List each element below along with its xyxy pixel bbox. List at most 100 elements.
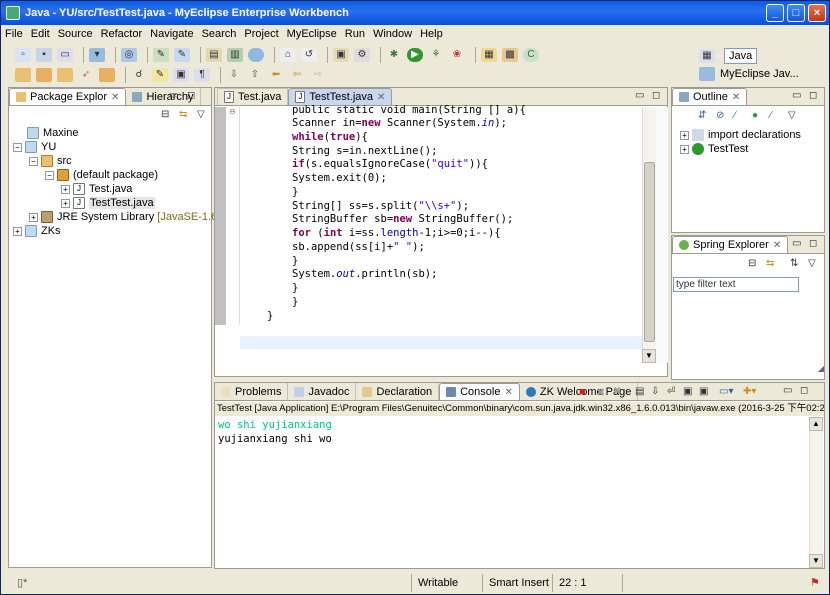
open-console-icon[interactable]: ✚▾ [743,386,756,397]
spring-filter-input[interactable]: type filter text [673,277,799,292]
menu-file[interactable]: File [5,28,23,40]
collapse-toggle[interactable]: − [29,156,38,166]
new-web-icon[interactable]: ✎ [174,48,190,62]
sort-icon[interactable]: ⇵ [698,110,706,121]
coverage-icon[interactable]: ❀ [449,48,465,62]
show-stdout-icon[interactable]: ▣ [699,386,708,397]
code-line[interactable]: } [292,296,298,310]
launch-icon[interactable]: ➶ [78,68,94,82]
console-vertical-scrollbar[interactable]: ▲ ▼ [809,417,823,568]
new-class-icon[interactable]: ▦ [481,48,497,62]
menu-edit[interactable]: Edit [31,28,50,40]
menu-navigate[interactable]: Navigate [150,28,193,40]
fold-icon[interactable]: ⊖ [229,107,236,116]
code-line[interactable]: } [292,186,298,200]
remove-launch-icon[interactable]: ✖ [596,386,605,399]
remove-all-icon[interactable]: ✖ [613,386,621,397]
prev-annotation-icon[interactable]: ⇧ [247,68,263,82]
maximize-view-icon[interactable]: ◻ [187,90,195,101]
code-line[interactable]: for (int i=ss.length-1;i>=0;i--){ [292,227,501,241]
tree-item-jre-library[interactable]: + JRE System Library [JavaSE-1.6] [29,210,220,224]
open-project-icon[interactable] [36,67,52,82]
new-java-icon[interactable]: C [523,48,539,62]
deploy-server-icon[interactable]: ▥ [227,48,243,62]
minimize-view-icon[interactable]: ▭ [635,90,644,101]
code-line[interactable]: Scanner in=new Scanner(System.in); [292,117,507,131]
menu-help[interactable]: Help [420,28,443,40]
tree-item-src[interactable]: − src [29,154,72,168]
menu-myeclipse[interactable]: MyEclipse [287,28,337,40]
tab-test-java[interactable]: J Test.java [217,88,289,105]
word-wrap-icon[interactable]: ⏎ [667,386,675,397]
hide-fields-icon[interactable]: ⊘ [716,110,724,121]
editor-vertical-scrollbar[interactable]: ▼ [642,107,656,363]
tab-testtest-java[interactable]: J TestTest.java ✕ [288,88,393,105]
maximize-view-icon[interactable]: ◻ [800,385,808,396]
globe-icon[interactable] [248,48,264,62]
error-log-icon[interactable]: ⚑ [804,574,820,592]
expand-toggle[interactable]: + [29,212,38,222]
close-icon[interactable]: ✕ [111,92,119,103]
maximize-view-icon[interactable]: ◻ [809,90,817,101]
close-icon[interactable]: ✕ [732,92,740,103]
forward-icon[interactable]: ⇨ [310,68,326,82]
expand-toggle[interactable]: + [61,184,70,194]
open-perspective-icon[interactable]: ▦ [699,49,715,63]
code-line[interactable]: } [292,282,298,296]
collapse-all-icon[interactable]: ⊟ [161,109,169,120]
view-menu-icon[interactable]: ▽ [808,258,816,269]
minimize-view-icon[interactable]: ▭ [792,90,801,101]
build-icon[interactable] [99,67,115,82]
tree-item-test-java[interactable]: + J Test.java [61,182,132,196]
close-icon[interactable]: ✕ [377,92,385,103]
outline-item-testtest[interactable]: + TestTest [680,142,748,156]
tab-problems[interactable]: Problems [215,383,289,400]
code-line[interactable]: if(s.equalsIgnoreCase("quit")){ [292,158,488,172]
code-line[interactable]: } [267,310,273,324]
tree-item-yu[interactable]: − YU [13,140,56,154]
debug-icon[interactable]: ✱ [386,48,402,62]
code-line[interactable]: sb.append(ss[i]+" "); [292,241,425,255]
run-icon[interactable]: ▶ [407,48,423,62]
tab-javadoc[interactable]: Javadoc [288,383,357,400]
tree-item-default-package[interactable]: − (default package) [45,168,158,182]
deploy-icon[interactable]: ▾ [89,48,105,62]
package-icon[interactable] [57,67,73,82]
minimize-view-icon[interactable]: ▭ [783,385,792,396]
java-perspective-button[interactable]: Java [724,48,758,64]
server-icon[interactable]: ▤ [206,48,222,62]
mark-occurrences-icon[interactable]: ✎ [152,67,168,82]
tree-item-zks[interactable]: + ZKs [13,224,61,238]
display-console-icon[interactable]: ▭▾ [719,386,733,397]
new-icon[interactable]: ▫ [15,48,31,62]
view-menu-icon[interactable]: ▽ [197,109,205,120]
minimize-button[interactable]: _ [766,4,784,22]
close-icon[interactable]: ✕ [504,387,512,398]
new-wizard-icon[interactable]: ✎ [153,48,169,62]
expand-toggle[interactable]: + [680,144,689,154]
menu-refactor[interactable]: Refactor [101,28,143,40]
code-line[interactable]: while(true){ [292,131,368,145]
minimize-view-icon[interactable]: ▭ [792,238,801,249]
open-task-icon[interactable]: ↺ [301,48,317,62]
terminate-icon[interactable]: ■ [579,386,586,398]
myeclipse-perspective-button[interactable]: MyEclipse Jav... [720,68,799,80]
link-editor-icon[interactable]: ⇆ [179,109,187,120]
scroll-thumb[interactable] [644,162,655,342]
maximize-view-icon[interactable]: ◻ [809,238,817,249]
tab-spring-explorer[interactable]: Spring Explorer ✕ [672,236,789,253]
minimize-view-icon[interactable]: ▭ [169,90,178,101]
code-line[interactable]: String s=in.nextLine(); [292,145,437,159]
open-resource-icon[interactable]: ▣ [333,48,349,62]
collapse-all-icon[interactable]: ⊟ [748,258,756,269]
search-icon[interactable]: ⚙ [354,48,370,62]
menu-run[interactable]: Run [345,28,365,40]
print-icon[interactable]: ▭ [57,48,73,62]
view-menu-icon[interactable]: ▽ [788,110,796,121]
show-whitespace-icon[interactable]: ¶ [194,67,210,82]
open-folder-icon[interactable] [15,67,31,82]
collapse-toggle[interactable]: − [13,142,22,152]
maximize-button[interactable]: □ [787,4,805,22]
run-external-icon[interactable]: ⚘ [428,48,444,62]
code-line[interactable]: System.exit(0); [292,172,387,186]
